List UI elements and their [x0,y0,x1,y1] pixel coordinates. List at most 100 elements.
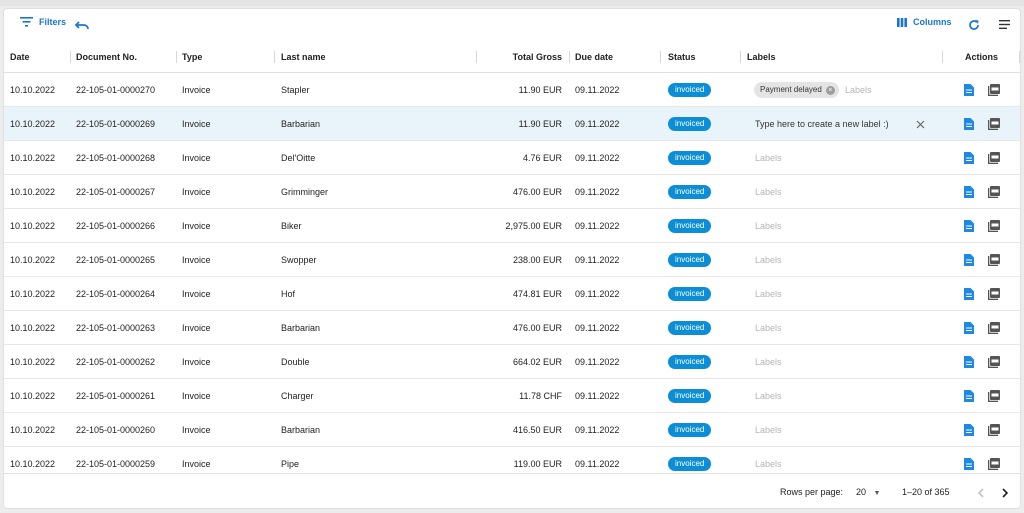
cell-last-name: Double [281,357,310,367]
labels-input[interactable]: Labels [755,141,782,175]
chevron-right-icon[interactable] [1002,488,1009,498]
undo-icon[interactable] [75,21,89,30]
column-header-document-no[interactable]: Document No. [76,41,137,73]
labels-input[interactable]: Labels [755,311,782,345]
document-icon[interactable] [964,322,974,334]
clear-icon[interactable] [916,120,925,129]
chip-remove-icon[interactable]: × [825,85,835,95]
table-row[interactable]: 10.10.2022 22-105-01-0000267 Invoice Gri… [4,175,1020,209]
document-icon[interactable] [964,390,974,402]
document-icon[interactable] [964,220,974,232]
document-icon[interactable] [964,118,974,130]
cell-date: 10.10.2022 [10,187,56,197]
table-row[interactable]: 10.10.2022 22-105-01-0000259 Invoice Pip… [4,447,1020,473]
table-row[interactable]: 10.10.2022 22-105-01-0000260 Invoice Bar… [4,413,1020,447]
filters-button[interactable]: Filters [20,17,66,27]
pdf-icon[interactable] [988,254,1000,266]
filters-label: Filters [39,17,67,27]
pdf-icon[interactable] [988,118,1000,130]
column-separator[interactable] [70,51,71,63]
table-row[interactable]: 10.10.2022 22-105-01-0000261 Invoice Cha… [4,379,1020,413]
cell-document-no: 22-105-01-0000263 [76,323,156,333]
pdf-icon[interactable] [988,152,1000,164]
cell-type: Invoice [182,425,211,435]
table-row[interactable]: 10.10.2022 22-105-01-0000262 Invoice Dou… [4,345,1020,379]
table-row[interactable]: 10.10.2022 22-105-01-0000264 Invoice Hof… [4,277,1020,311]
column-separator[interactable] [476,51,477,63]
column-header-due-date[interactable]: Due date [575,41,613,73]
column-separator[interactable] [176,51,177,63]
cell-last-name: Barbarian [281,323,321,333]
cell-due-date: 09.11.2022 [575,323,620,333]
column-header-type[interactable]: Type [182,41,202,73]
labels-input[interactable]: Labels [755,243,782,277]
column-header-status[interactable]: Status [668,41,696,73]
document-icon[interactable] [964,152,974,164]
pdf-icon[interactable] [988,356,1000,368]
pdf-icon[interactable] [988,84,1000,96]
label-chip-text: Payment delayed [760,85,822,94]
labels-input[interactable]: Labels [845,73,872,107]
pdf-icon[interactable] [988,288,1000,300]
table-row[interactable]: 10.10.2022 22-105-01-0000268 Invoice Del… [4,141,1020,175]
column-separator[interactable] [274,51,275,63]
labels-input[interactable]: Labels [755,175,782,209]
column-header-total-gross[interactable]: Total Gross [484,41,562,73]
table-row[interactable]: 10.10.2022 22-105-01-0000266 Invoice Bik… [4,209,1020,243]
pdf-icon[interactable] [988,458,1000,470]
document-icon[interactable] [964,288,974,300]
cell-total-gross: 476.00 EUR [512,323,562,333]
table-row[interactable]: 10.10.2022 22-105-01-0000265 Invoice Swo… [4,243,1020,277]
document-icon[interactable] [964,424,974,436]
column-header-date[interactable]: Date [10,41,30,73]
cell-total-gross: 238.00 EUR [512,255,562,265]
new-label-input[interactable]: Type here to create a new label :) [755,107,889,141]
labels-input[interactable]: Labels [755,447,782,473]
cell-document-no: 22-105-01-0000266 [76,221,156,231]
cell-total-gross: 11.90 EUR [518,85,562,95]
chevron-left-icon[interactable] [977,488,984,498]
labels-input[interactable]: Labels [755,413,782,447]
column-header-labels[interactable]: Labels [747,41,776,73]
document-icon[interactable] [964,84,974,96]
labels-input[interactable]: Labels [755,379,782,413]
document-icon[interactable] [964,186,974,198]
column-separator [1019,51,1020,63]
cell-last-name: Pipe [281,459,300,469]
cell-type: Invoice [182,391,211,401]
document-icon[interactable] [964,458,974,470]
cell-date: 10.10.2022 [10,323,56,333]
cell-due-date: 09.11.2022 [575,391,620,401]
pdf-icon[interactable] [988,220,1000,232]
column-separator[interactable] [660,51,661,63]
labels-input[interactable]: Labels [755,277,782,311]
columns-button[interactable]: Columns [897,17,952,27]
labels-input[interactable]: Labels [755,345,782,379]
document-icon[interactable] [964,254,974,266]
rows-per-page-select[interactable]: 20 ▼ [856,474,880,508]
column-header-last-name[interactable]: Last name [281,41,326,73]
density-icon[interactable] [999,20,1010,29]
column-separator[interactable] [942,51,943,63]
cell-type: Invoice [182,323,211,333]
column-separator[interactable] [740,51,741,63]
cell-type: Invoice [182,153,211,163]
cell-type: Invoice [182,459,211,469]
pdf-icon[interactable] [988,424,1000,436]
cell-total-gross: 119.00 EUR [513,459,562,469]
column-separator[interactable] [569,51,570,63]
table-row[interactable]: 10.10.2022 22-105-01-0000263 Invoice Bar… [4,311,1020,345]
pdf-icon[interactable] [988,186,1000,198]
pdf-icon[interactable] [988,390,1000,402]
label-chip[interactable]: Payment delayed × [754,82,839,98]
document-icon[interactable] [964,356,974,368]
labels-input[interactable]: Labels [755,209,782,243]
cell-type: Invoice [182,85,211,95]
table-row[interactable]: 10.10.2022 22-105-01-0000269 Invoice Bar… [4,107,1020,141]
table-toolbar: Filters Columns [4,9,1020,41]
table-row[interactable]: 10.10.2022 22-105-01-0000270 Invoice Sta… [4,73,1020,107]
pdf-icon[interactable] [988,322,1000,334]
refresh-icon[interactable] [968,19,980,31]
cell-total-gross: 11.90 EUR [518,119,562,129]
table-body: 10.10.2022 22-105-01-0000270 Invoice Sta… [4,73,1020,473]
